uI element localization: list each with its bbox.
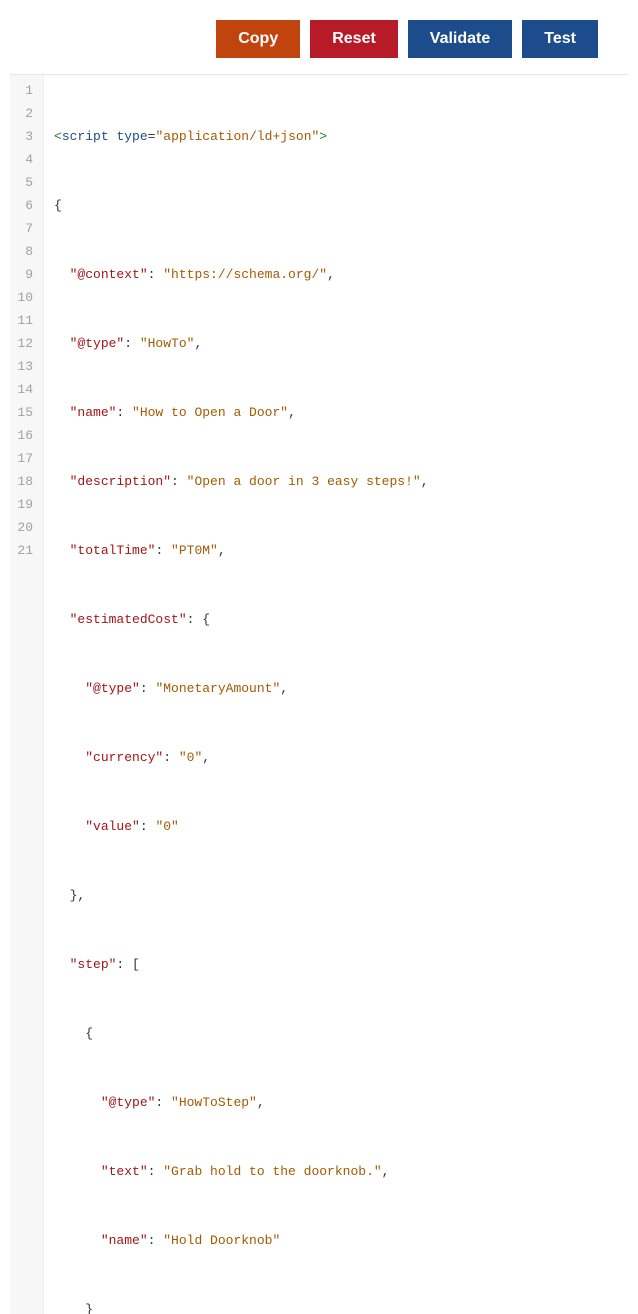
line-number: 12 [14, 332, 37, 355]
validate-button[interactable]: Validate [408, 20, 512, 58]
code-editor[interactable]: 123456789101112131415161718192021 <scrip… [10, 74, 628, 1314]
toolbar: Copy Reset Validate Test [10, 10, 628, 74]
line-number: 1 [14, 79, 37, 102]
line-number: 2 [14, 102, 37, 125]
line-number: 20 [14, 516, 37, 539]
line-number: 5 [14, 171, 37, 194]
line-number: 16 [14, 424, 37, 447]
line-number: 14 [14, 378, 37, 401]
line-number: 11 [14, 309, 37, 332]
line-number: 7 [14, 217, 37, 240]
line-number: 3 [14, 125, 37, 148]
reset-button[interactable]: Reset [310, 20, 398, 58]
code-content[interactable]: <script type="application/ld+json"> { "@… [44, 75, 437, 1314]
line-number: 17 [14, 447, 37, 470]
copy-button[interactable]: Copy [216, 20, 300, 58]
line-number-gutter: 123456789101112131415161718192021 [10, 75, 44, 1314]
line-number: 21 [14, 539, 37, 562]
line-number: 10 [14, 286, 37, 309]
line-number: 8 [14, 240, 37, 263]
line-number: 6 [14, 194, 37, 217]
test-button[interactable]: Test [522, 20, 598, 58]
line-number: 9 [14, 263, 37, 286]
line-number: 13 [14, 355, 37, 378]
line-number: 18 [14, 470, 37, 493]
line-number: 4 [14, 148, 37, 171]
line-number: 15 [14, 401, 37, 424]
line-number: 19 [14, 493, 37, 516]
